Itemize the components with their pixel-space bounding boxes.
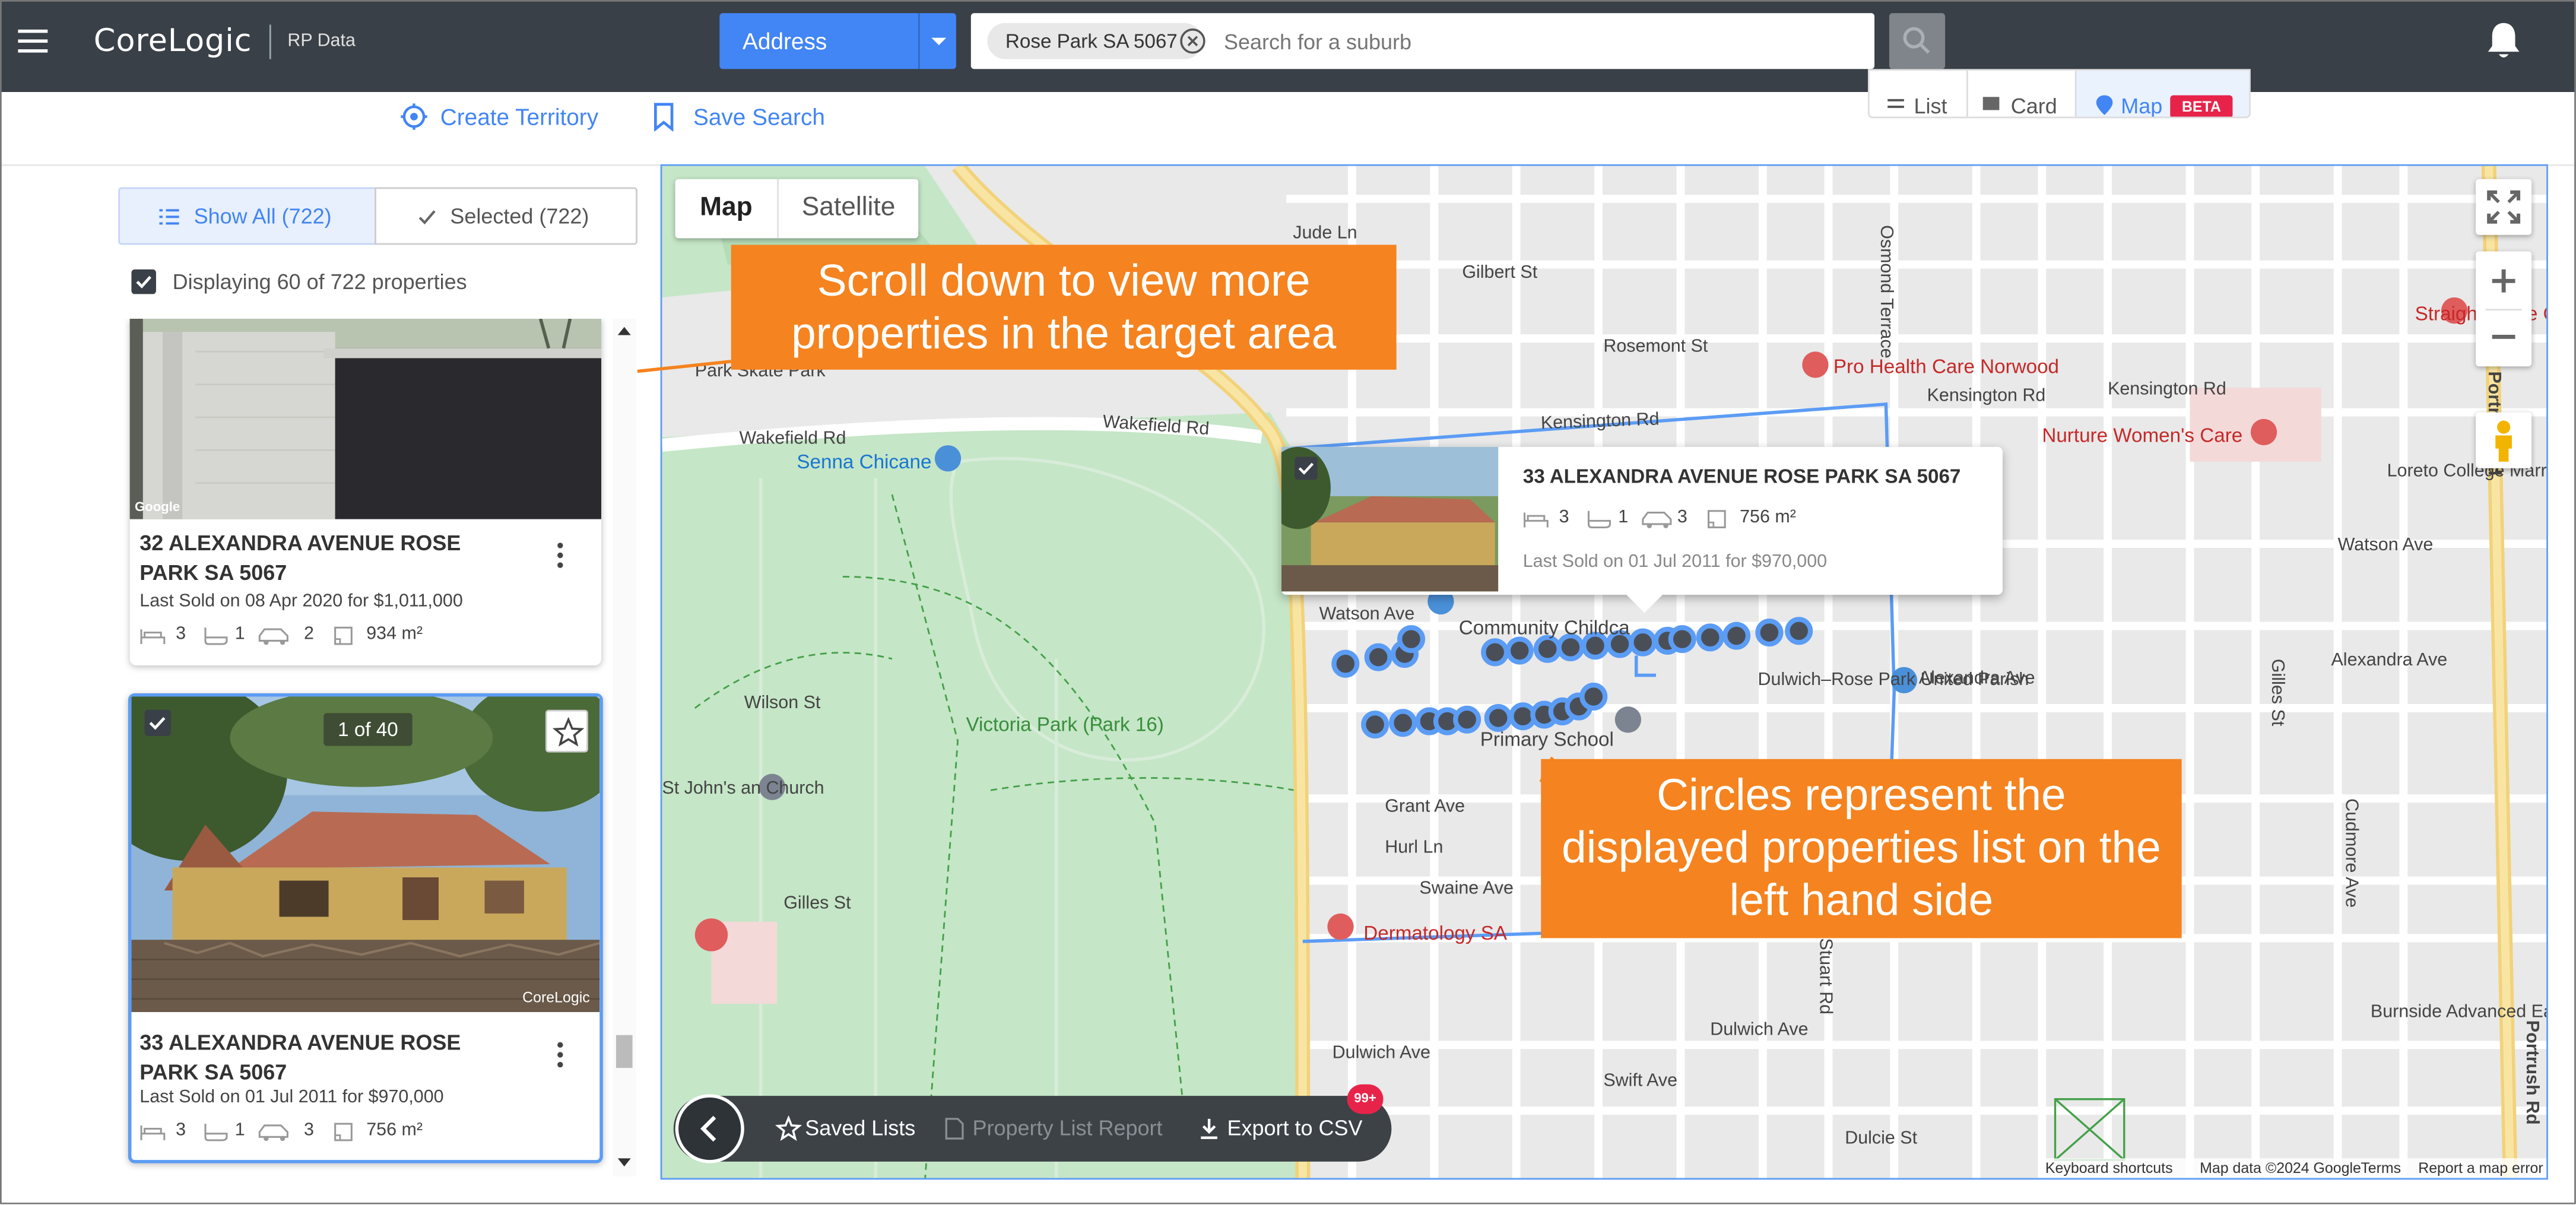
product-name: RP Data <box>287 31 356 51</box>
main-pane: Create Territory Save Search List Card M… <box>0 69 2576 1204</box>
search-box[interactable]: Rose Park SA 5067 <box>970 13 1875 69</box>
notification-bell-icon[interactable] <box>2484 20 2523 62</box>
chevron-down-icon <box>931 37 947 46</box>
suburb-search-input[interactable] <box>1224 24 1848 58</box>
callout-circles-hint: Circles represent the displayed properti… <box>1541 759 2182 938</box>
hamburger-menu-icon[interactable] <box>18 29 48 53</box>
search-type-select[interactable]: Address <box>719 13 919 69</box>
search-button[interactable] <box>1889 13 1946 69</box>
search-type-dropdown-button[interactable] <box>918 13 956 69</box>
brand-divider <box>269 24 271 59</box>
app-root: CoreLogic RP Data Address Rose Park SA 5… <box>0 0 2576 1204</box>
search-chip[interactable]: Rose Park SA 5067 <box>987 23 1205 59</box>
callout-scroll-hint: Scroll down to view more properties in t… <box>731 245 1397 370</box>
search-icon <box>1903 27 1930 54</box>
brand-logo[interactable]: CoreLogic <box>94 23 252 59</box>
remove-chip-icon[interactable] <box>1179 28 1205 54</box>
